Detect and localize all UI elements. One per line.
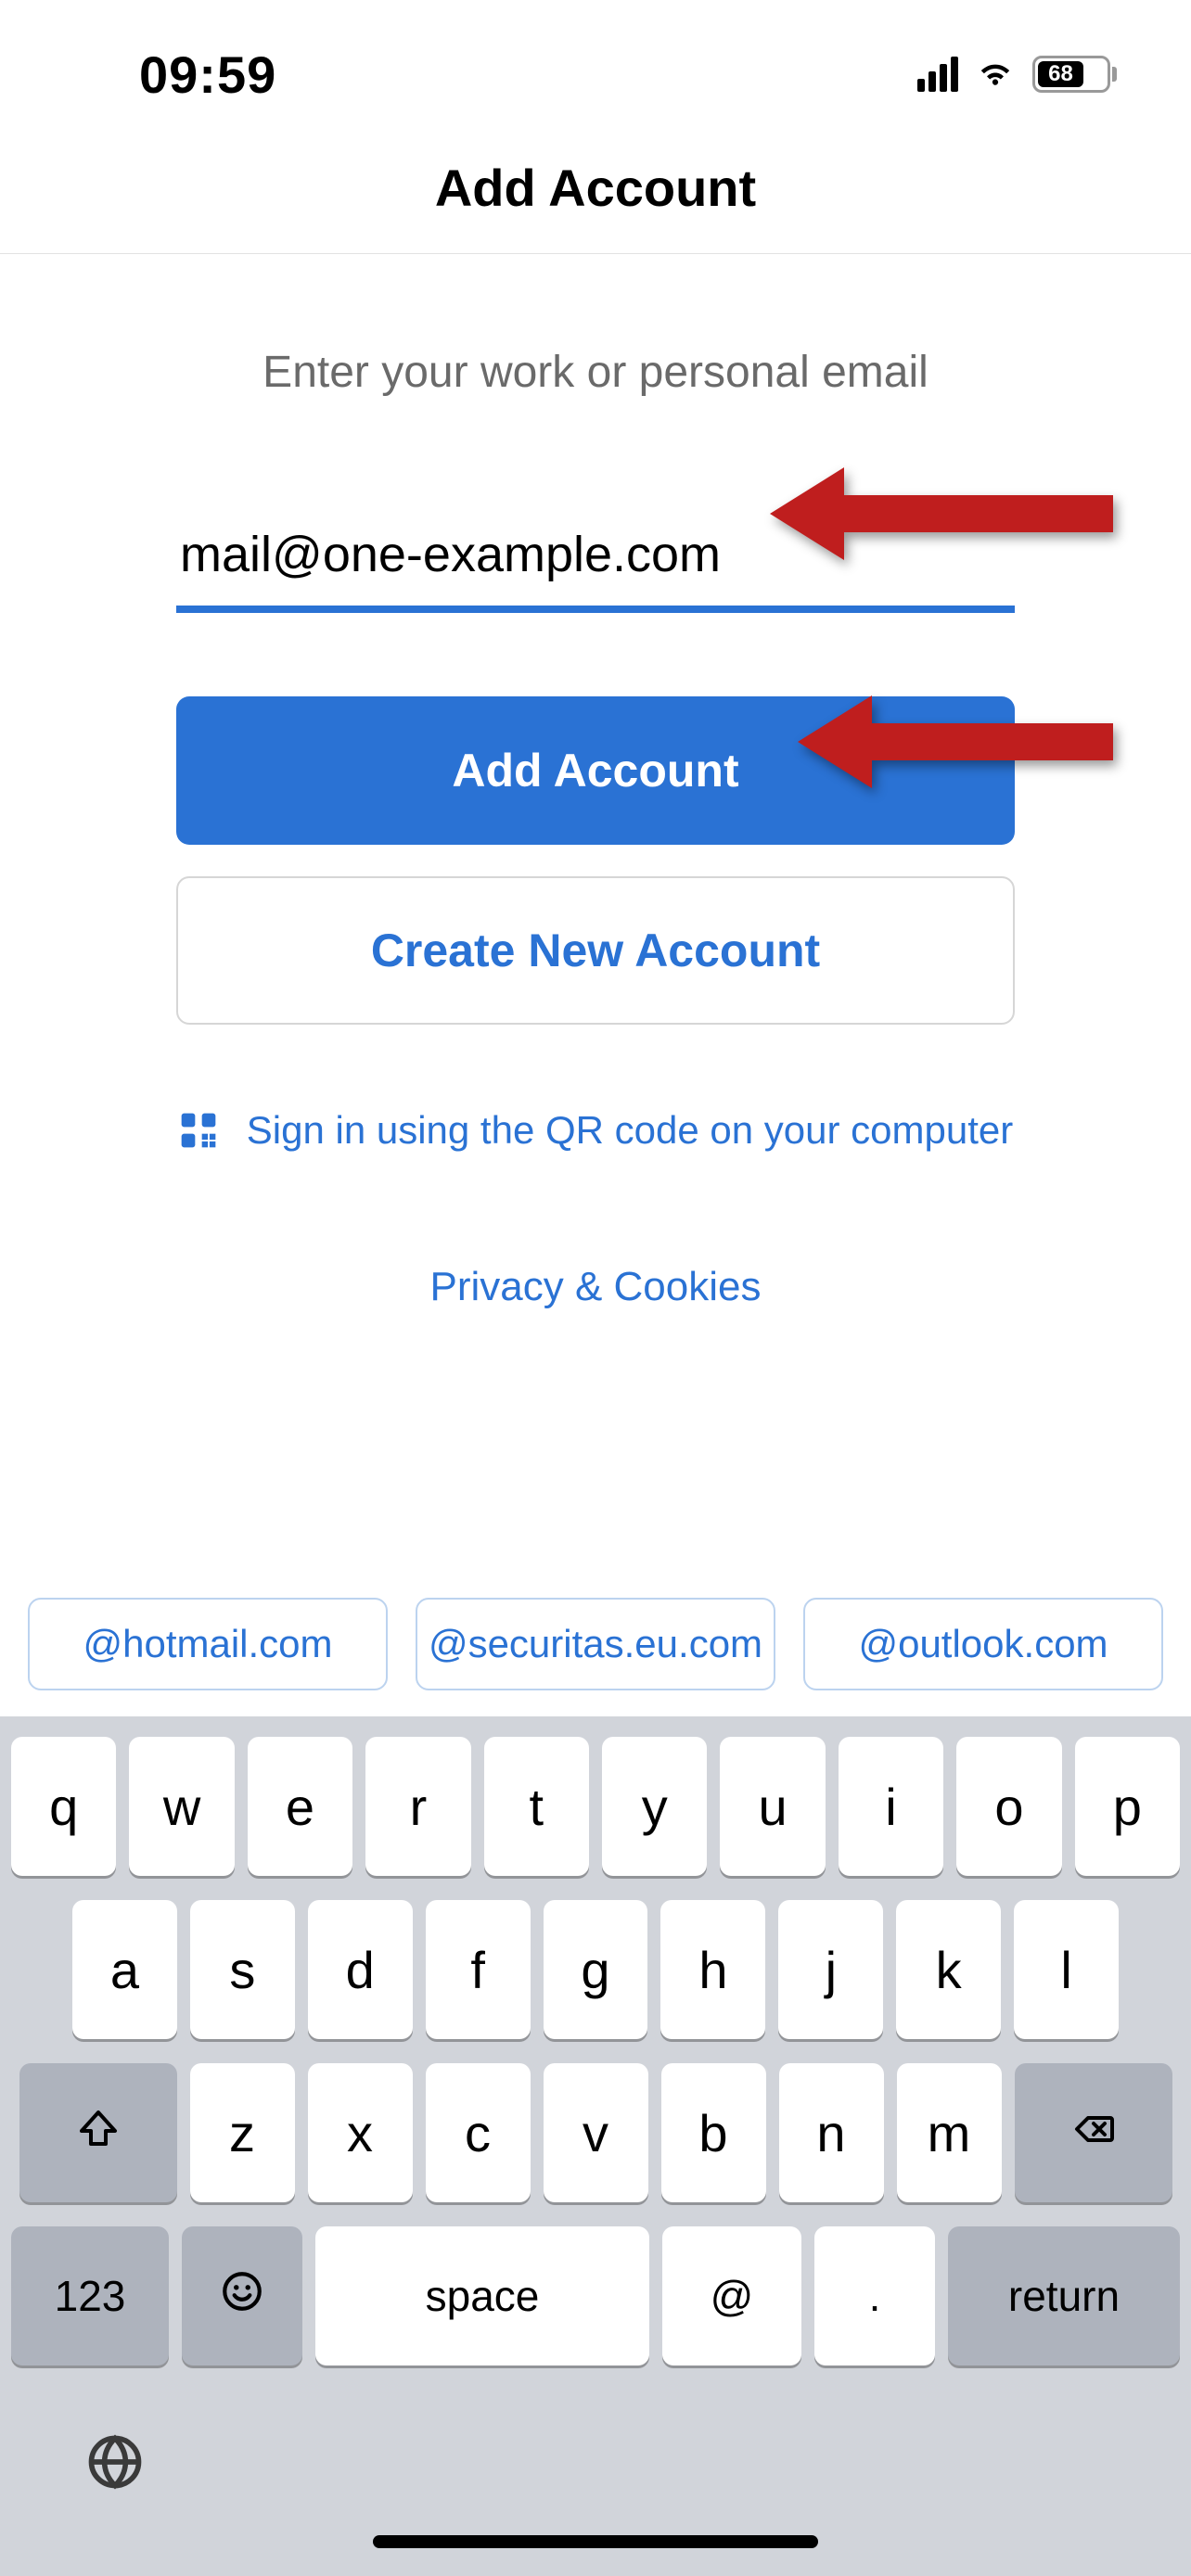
key-r[interactable]: r: [365, 1737, 470, 1876]
battery-icon: 68: [1032, 56, 1117, 93]
suggestion-bar: @hotmail.com @securitas.eu.com @outlook.…: [0, 1579, 1191, 1716]
key-at[interactable]: @: [662, 2226, 801, 2366]
content-area: Enter your work or personal email Add Ac…: [0, 254, 1191, 1579]
status-bar: 09:59 68: [0, 0, 1191, 130]
add-account-button[interactable]: Add Account: [176, 696, 1015, 845]
key-dot[interactable]: .: [814, 2226, 935, 2366]
key-s[interactable]: s: [190, 1900, 295, 2039]
cellular-signal-icon: [917, 57, 958, 92]
key-l[interactable]: l: [1014, 1900, 1119, 2039]
prompt-text: Enter your work or personal email: [176, 347, 1015, 398]
home-indicator[interactable]: [373, 2535, 818, 2548]
key-o[interactable]: o: [956, 1737, 1061, 1876]
key-m[interactable]: m: [897, 2063, 1002, 2202]
suggestion-chip[interactable]: @outlook.com: [803, 1598, 1163, 1690]
key-c[interactable]: c: [426, 2063, 531, 2202]
privacy-cookies-link[interactable]: Privacy & Cookies: [176, 1264, 1015, 1310]
qr-code-icon: [178, 1110, 219, 1151]
key-a[interactable]: a: [72, 1900, 177, 2039]
qr-signin-label: Sign in using the QR code on your comput…: [247, 1108, 1013, 1153]
key-g[interactable]: g: [544, 1900, 648, 2039]
key-backspace[interactable]: [1015, 2063, 1172, 2202]
key-q[interactable]: q: [11, 1737, 116, 1876]
status-indicators: 68: [917, 52, 1135, 97]
key-emoji[interactable]: [182, 2226, 302, 2366]
key-n[interactable]: n: [779, 2063, 884, 2202]
key-v[interactable]: v: [544, 2063, 648, 2202]
suggestion-chip[interactable]: @hotmail.com: [28, 1598, 388, 1690]
nav-header: Add Account: [0, 130, 1191, 254]
key-x[interactable]: x: [308, 2063, 413, 2202]
keyboard: q w e r t y u i o p a s d f g h j k l: [0, 1716, 1191, 2403]
key-w[interactable]: w: [129, 1737, 234, 1876]
keyboard-bottom-bar: [0, 2403, 1191, 2535]
key-f[interactable]: f: [426, 1900, 531, 2039]
page-title: Add Account: [0, 158, 1191, 218]
key-i[interactable]: i: [839, 1737, 943, 1876]
key-j[interactable]: j: [778, 1900, 883, 2039]
key-b[interactable]: b: [661, 2063, 766, 2202]
key-globe[interactable]: [83, 2430, 147, 2498]
globe-icon: [83, 2481, 147, 2497]
key-numeric[interactable]: 123: [11, 2226, 169, 2366]
status-time: 09:59: [56, 45, 276, 105]
key-return[interactable]: return: [948, 2226, 1180, 2366]
suggestion-chip[interactable]: @securitas.eu.com: [416, 1598, 775, 1690]
key-space[interactable]: space: [315, 2226, 649, 2366]
create-new-account-button[interactable]: Create New Account: [176, 876, 1015, 1025]
wifi-icon: [975, 52, 1016, 97]
shift-icon: [76, 2103, 121, 2163]
key-k[interactable]: k: [896, 1900, 1001, 2039]
key-d[interactable]: d: [308, 1900, 413, 2039]
email-field-wrap: [176, 518, 1015, 613]
key-e[interactable]: e: [248, 1737, 352, 1876]
email-input[interactable]: [176, 518, 1015, 613]
key-z[interactable]: z: [190, 2063, 295, 2202]
key-u[interactable]: u: [720, 1737, 825, 1876]
key-p[interactable]: p: [1075, 1737, 1180, 1876]
key-shift[interactable]: [19, 2063, 177, 2202]
key-h[interactable]: h: [660, 1900, 765, 2039]
key-y[interactable]: y: [602, 1737, 707, 1876]
key-t[interactable]: t: [484, 1737, 589, 1876]
qr-signin-link[interactable]: Sign in using the QR code on your comput…: [176, 1108, 1015, 1153]
home-indicator-area: [0, 2535, 1191, 2576]
backspace-icon: [1071, 2103, 1116, 2163]
emoji-icon: [219, 2268, 265, 2325]
